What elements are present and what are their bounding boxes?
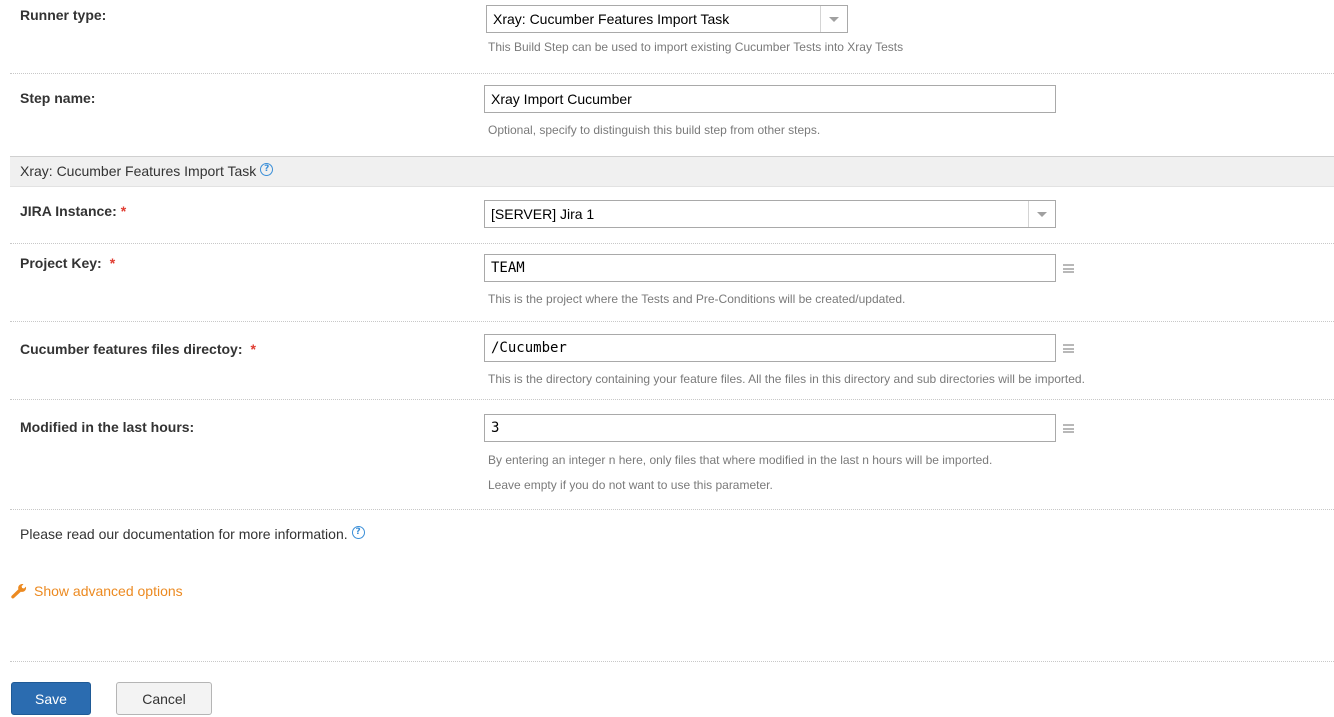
runner-type-help: This Build Step can be used to import ex… [488,40,904,54]
features-dir-label-text: Cucumber features files directoy: [20,341,243,357]
project-key-input[interactable]: TEAM [484,254,1056,282]
required-marker: * [250,341,256,357]
documentation-text: Please read our documentation for more i… [20,526,348,542]
step-name-label: Step name: [20,90,96,106]
chevron-down-icon[interactable] [820,6,847,32]
documentation-note: Please read our documentation for more i… [20,526,365,542]
cancel-button[interactable]: Cancel [116,682,212,715]
jira-instance-selected: [SERVER] Jira 1 [491,206,595,222]
runner-type-label: Runner type: [20,7,107,23]
step-name-help: Optional, specify to distinguish this bu… [488,123,821,137]
wrench-icon [11,583,27,599]
parameter-list-icon[interactable] [1063,264,1074,273]
modified-hours-label: Modified in the last hours: [20,419,195,435]
jira-instance-select[interactable]: [SERVER] Jira 1 [484,200,1056,228]
project-key-label-text: Project Key: [20,255,102,271]
jira-instance-label-text: JIRA Instance: [20,203,117,219]
show-advanced-options-link[interactable]: Show advanced options [10,583,183,599]
required-marker: * [120,203,127,219]
modified-hours-help-2: Leave empty if you do not want to use th… [488,478,773,492]
features-dir-help: This is the directory containing your fe… [488,372,1085,386]
footer-divider [10,661,1334,662]
required-marker: * [109,255,116,271]
project-key-help: This is the project where the Tests and … [488,292,906,306]
parameter-list-icon[interactable] [1063,344,1074,353]
chevron-down-icon[interactable] [1028,201,1055,227]
features-dir-input[interactable]: /Cucumber [484,334,1056,362]
project-key-label: Project Key: * [20,255,115,271]
modified-hours-input[interactable]: 3 [484,414,1056,442]
show-advanced-options-label: Show advanced options [34,583,183,599]
runner-type-selected: Xray: Cucumber Features Import Task [493,11,730,27]
section-title: Xray: Cucumber Features Import Task [20,163,257,179]
modified-hours-help-1: By entering an integer n here, only file… [488,453,993,467]
help-icon[interactable]: ? [260,163,274,176]
step-name-input[interactable]: Xray Import Cucumber [484,85,1056,113]
runner-type-select[interactable]: Xray: Cucumber Features Import Task [486,5,848,33]
jira-instance-label: JIRA Instance: * [20,203,126,219]
section-header: Xray: Cucumber Features Import Task? [10,156,1334,187]
features-dir-label: Cucumber features files directoy: * [20,341,256,357]
parameter-list-icon[interactable] [1063,424,1074,433]
save-button[interactable]: Save [11,682,91,715]
help-icon[interactable]: ? [351,526,365,539]
